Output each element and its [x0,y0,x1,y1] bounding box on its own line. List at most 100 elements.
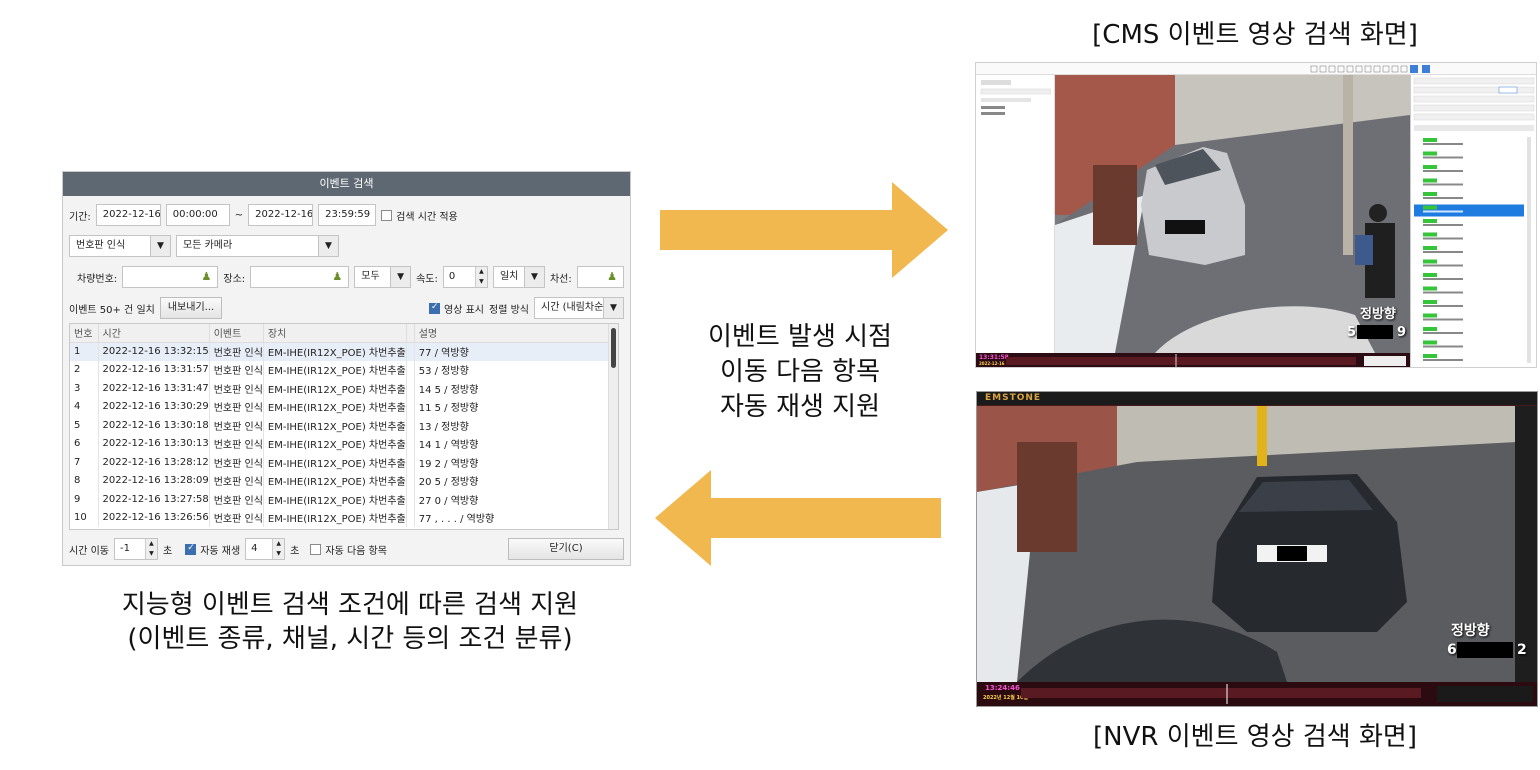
row-number: 6 [70,434,99,453]
event-detail-line [1423,183,1463,186]
table-row[interactable]: 3 2022-12-16 13:31:47 번호판 인식 EM-IHE(IR12X_P… [70,379,618,398]
row-spacer [406,453,415,472]
table-row[interactable]: 1 2022-12-16 13:32:15 번호판 인식 EM-IHE(IR12X_P… [70,342,618,361]
table-row[interactable]: 9 2022-12-16 13:27:58 번호판 인식 EM-IHE(IR12X_P… [70,490,618,509]
event-type-select[interactable]: 번호판 인식 ▼ [69,235,171,257]
event-type-tag [1423,273,1437,277]
row-time: 2022-12-16 13:31:57 [98,360,210,379]
auto-play-checkbox[interactable]: 자동 재생 [185,542,240,557]
event-type-tag [1423,354,1437,358]
event-detail-line [1423,305,1463,307]
lane-input[interactable]: ♟ [576,266,624,288]
apply-search-time-checkbox[interactable]: 검색 시간 적용 [381,208,458,223]
row-spacer [406,416,415,435]
table-row[interactable]: 6 2022-12-16 13:30:13 번호판 인식 EM-IHE(IR12X_P… [70,434,618,453]
table-row[interactable]: 8 2022-12-16 13:28:09 번호판 인식 EM-IHE(IR12X_P… [70,471,618,490]
auto-next-checkbox[interactable]: 자동 다음 항목 [310,542,387,557]
column-header[interactable]: 번호 [70,324,99,343]
end-date-field[interactable]: 2022-12-16 [248,204,314,226]
place-input[interactable]: ♟ [250,266,350,288]
row-description: 77 / 역방향 [414,342,618,361]
row-device: EM-IHE(IR12X_POE) 차번추출 [263,342,407,361]
start-date-field[interactable]: 2022-12-16 [95,204,161,226]
row-device: EM-IHE(IR12X_POE) 차번추출 [263,379,407,398]
nvr-timeline[interactable]: 13:24:46 2022년 12월 16일 [977,682,1537,706]
plate-left-char: 5 [1347,325,1357,340]
row-spacer [406,490,415,509]
emstone-logo: EMSTONE [985,393,1042,403]
silver-car [1141,147,1245,265]
event-type-tag [1423,232,1437,237]
event-list-items [1413,77,1535,365]
table-row[interactable]: 10 2022-12-16 13:26:56 번호판 인식 EM-IHE(IR12X_… [70,508,618,527]
auto-play-spinbox[interactable]: 4 ▲ ▼ [245,538,286,560]
event-type-tag [1423,246,1437,250]
row-time: 2022-12-16 13:30:29 [98,397,210,416]
auto-play-value: 4 [251,543,258,554]
time-move-spinbox[interactable]: -1 ▲ ▼ [113,538,158,560]
table-row[interactable]: 7 2022-12-16 13:28:12 번호판 인식 EM-IHE(IR12X_P… [70,453,618,472]
checkbox-icon [429,302,441,314]
column-header[interactable]: 장치 [263,324,407,343]
spin-arrows-icon[interactable]: ▲ ▼ [144,539,157,559]
row-spacer [406,434,415,453]
row-event: 번호판 인식 [209,434,264,453]
cms-timeline[interactable]: 13:31:58 2022-12-16 [976,353,1410,367]
start-time-field[interactable]: 00:00:00 [165,204,230,226]
sort-select[interactable]: 시간 (내림차순) ▼ [534,297,624,319]
column-header[interactable]: 시간 [98,324,210,343]
end-time-field[interactable]: 23:59:59 [318,204,377,226]
camera-select[interactable]: 모든 카메라 ▼ [176,235,339,257]
column-header[interactable]: 설명 [414,324,618,343]
row-spacer [406,471,415,490]
table-scrollbar[interactable] [608,324,618,529]
result-row: 이벤트 50+ 건 일치 내보내기... 영상 표시 정렬 방식 시간 (내림차… [69,296,624,320]
event-type-tag [1423,219,1437,223]
scrollbar-thumb[interactable] [611,328,616,368]
place-select[interactable]: 모두 ▼ [354,266,412,288]
search-feature-text: 지능형 이벤트 검색 조건에 따른 검색 지원 (이벤트 종류, 채널, 시간 … [30,588,670,656]
cms-screenshot: 정방향 5 9 13:31:58 2022-12-16 [975,62,1537,368]
nvr-screenshot: EMSTONE 정방향 6 2 13:24:46 2022년 12월 16일 [976,391,1538,707]
direction-label: 정방향 [1451,623,1490,639]
show-video-checkbox[interactable]: 영상 표시 [429,301,484,316]
event-type-tag [1423,205,1437,210]
spin-arrows-icon[interactable]: ▲ ▼ [474,267,487,287]
cms-toolbar [976,63,1536,75]
chevron-down-icon: ▼ [523,267,544,287]
nvr-top-bar: EMSTONE [977,392,1537,406]
row-description: 27 0 / 역방향 [414,490,618,509]
event-type-tag [1423,165,1437,169]
plate-input[interactable]: ♟ [122,266,219,288]
place-label: 장소: [223,273,246,285]
export-button[interactable]: 내보내기... [159,297,223,319]
table-row[interactable]: 5 2022-12-16 13:30:18 번호판 인식 EM-IHE(IR12X_P… [70,416,618,435]
plate-right-char: 9 [1397,325,1407,340]
timeline-track [1006,354,1406,367]
cms-video-view[interactable]: 정방향 5 9 [1055,75,1410,353]
event-type-tag [1423,178,1437,183]
search-line: 지능형 이벤트 검색 조건에 따른 검색 지원 [121,590,579,620]
event-type-tag [1423,327,1437,331]
cms-event-list-panel[interactable] [1410,75,1536,367]
speed-match-select[interactable]: 일치 ▼ [492,266,545,288]
left-arrow-icon [655,470,941,566]
close-button[interactable]: 닫기(C) [508,538,624,560]
row-event: 번호판 인식 [209,416,264,435]
row-number: 5 [70,416,99,435]
row-time: 2022-12-16 13:28:12 [98,453,210,472]
column-header[interactable]: 이벤트 [209,324,264,343]
time-move-label: 시간 이동 [69,545,109,557]
event-detail-line [1423,156,1463,159]
search-line: (이벤트 종류, 채널, 시간 등의 조건 분류) [127,624,573,654]
event-type-tag [1423,313,1437,318]
table-row[interactable]: 2 2022-12-16 13:31:57 번호판 인식 EM-IHE(IR12X_P… [70,360,618,379]
device-tree-panel[interactable] [976,75,1055,367]
spin-arrows-icon[interactable]: ▲ ▼ [272,539,285,559]
row-number: 1 [70,342,99,361]
speed-spinbox[interactable]: 0 ▲ ▼ [442,266,488,288]
row-description: 14 5 / 정방향 [414,379,618,398]
row-number: 10 [70,508,99,527]
table-row[interactable]: 4 2022-12-16 13:30:29 번호판 인식 EM-IHE(IR12X_P… [70,397,618,416]
row-time: 2022-12-16 13:30:18 [98,416,210,435]
